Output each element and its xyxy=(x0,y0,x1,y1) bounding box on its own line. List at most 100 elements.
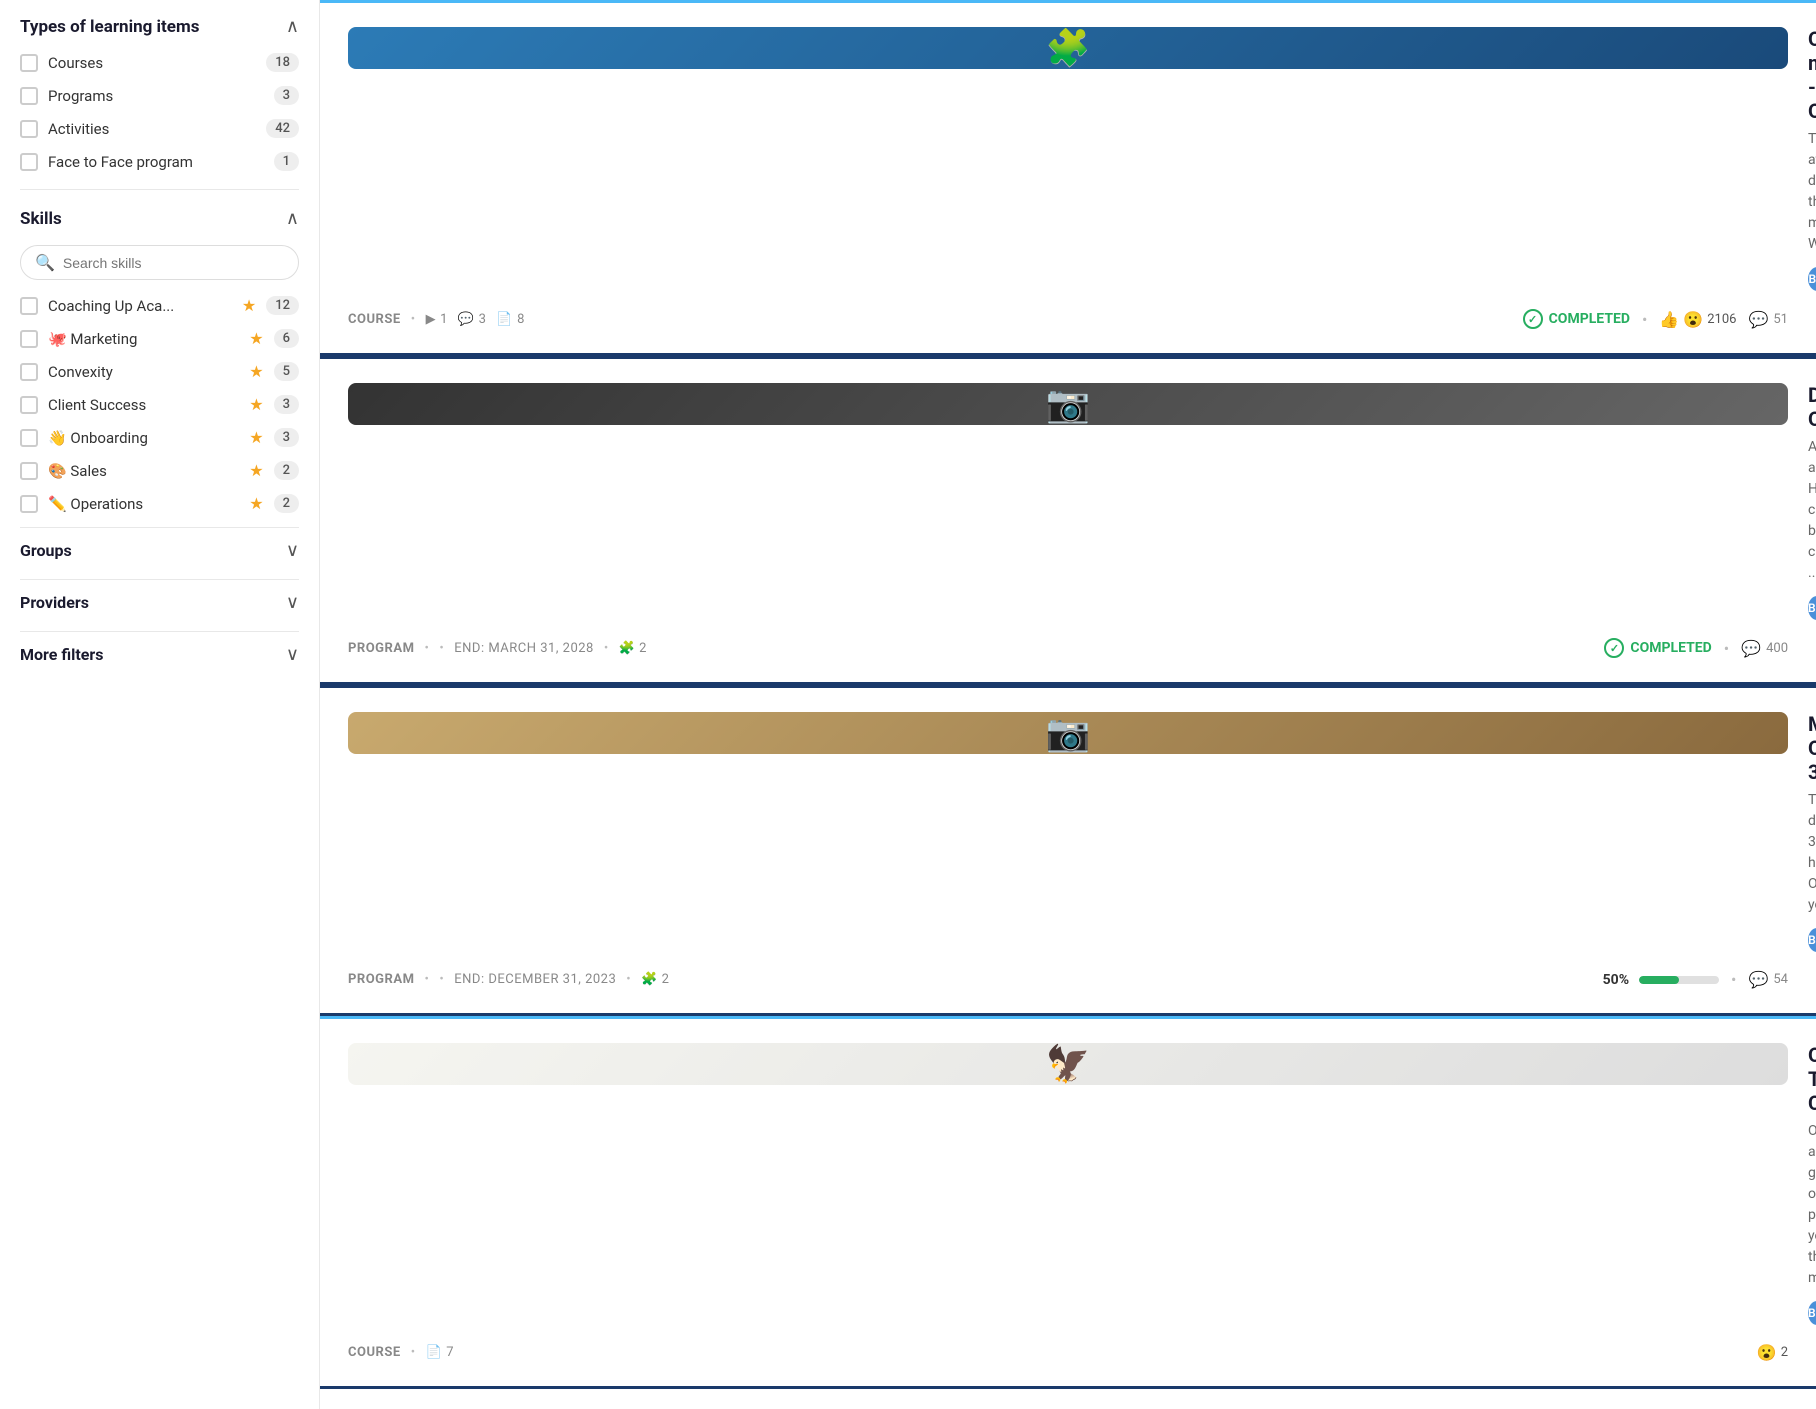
course-description: This program is designed for 360Learners… xyxy=(1808,790,1816,916)
course-description: This course aims at giving you a detaile… xyxy=(1808,129,1816,255)
meta-dot: • xyxy=(424,641,429,656)
sidebar: Types of learning items ∧ Courses 18 Pro… xyxy=(0,0,320,1409)
filter-item-courses[interactable]: Courses 18 xyxy=(20,53,299,72)
providers-header[interactable]: Providers ∨ xyxy=(20,579,299,625)
more-filters-chevron-down-icon[interactable]: ∨ xyxy=(286,644,299,665)
course-description: As we scale and aim at achieving Hypergr… xyxy=(1808,437,1816,584)
comment-icon: 💬 xyxy=(1741,639,1761,658)
skill-checkbox[interactable] xyxy=(20,363,38,381)
skill-checkbox[interactable] xyxy=(20,297,38,315)
filter-checkbox[interactable] xyxy=(20,54,38,72)
filter-checkbox[interactable] xyxy=(20,120,38,138)
filter-item-programs[interactable]: Programs 3 xyxy=(20,86,299,105)
stat-item: 📄7 xyxy=(426,1345,455,1360)
comment-number: 51 xyxy=(1773,312,1788,327)
skill-item[interactable]: Client Success ★ 3 xyxy=(20,395,299,414)
puzzle-count: 🧩 2 xyxy=(619,641,647,656)
course-card[interactable]: 🧩 OKR methodology - How to use OKRs This… xyxy=(320,0,1816,356)
skill-checkbox[interactable] xyxy=(20,495,38,513)
skill-label: 👋 Onboarding xyxy=(48,429,239,447)
groups-section: Groups ∨ xyxy=(20,527,299,573)
course-thumbnail[interactable]: 📷 xyxy=(348,383,1788,425)
groups-header[interactable]: Groups ∨ xyxy=(20,527,299,573)
skill-item[interactable]: 🎨 Sales ★ 2 xyxy=(20,461,299,480)
puzzle-count: 🧩 2 xyxy=(641,972,669,987)
providers-section: Providers ∨ xyxy=(20,579,299,625)
skill-label: Coaching Up Aca... xyxy=(48,297,232,315)
course-thumbnail[interactable]: 🧩 xyxy=(348,27,1788,69)
skills-search-box[interactable]: 🔍 xyxy=(20,245,299,280)
skills-section-header: Skills ∧ xyxy=(20,208,299,229)
main-content: 🧩 OKR methodology - How to use OKRs This… xyxy=(320,0,1816,1409)
course-card[interactable]: 🦅 OKR Training - Coach OKRs adoption is … xyxy=(320,1016,1816,1389)
course-type: PROGRAM xyxy=(348,972,414,987)
filter-label: Activities xyxy=(48,120,256,138)
comment-count: 💬 54 xyxy=(1748,970,1788,989)
skill-checkbox[interactable] xyxy=(20,462,38,480)
more-filters-title: More filters xyxy=(20,645,104,664)
filter-checkbox[interactable] xyxy=(20,153,38,171)
filter-item-activities[interactable]: Activities 42 xyxy=(20,119,299,138)
skill-item[interactable]: Convexity ★ 5 xyxy=(20,362,299,381)
filter-count: 42 xyxy=(266,119,299,138)
skill-checkbox[interactable] xyxy=(20,330,38,348)
course-thumbnail[interactable]: 🦅 xyxy=(348,1043,1788,1085)
course-description: OKRs adoption is good (i.e., 75% of targ… xyxy=(1808,1121,1816,1289)
filter-count: 18 xyxy=(266,53,299,72)
meta-right: 😮 2 xyxy=(1757,1343,1788,1362)
star-icon: ★ xyxy=(242,296,256,315)
star-icon: ★ xyxy=(249,329,263,348)
course-title[interactable]: Mastering OKRs at 360Learning xyxy=(1808,712,1816,784)
course-info: Discovering OKRs As we scale and aim at … xyxy=(1808,383,1816,624)
meta-dot: • xyxy=(1642,310,1647,329)
skill-item[interactable]: ✏️ Operations ★ 2 xyxy=(20,494,299,513)
skill-item[interactable]: 👋 Onboarding ★ 3 xyxy=(20,428,299,447)
end-date: End: March 31, 2028 xyxy=(454,641,594,656)
skill-item[interactable]: 🐙 Marketing ★ 6 xyxy=(20,329,299,348)
course-info: Mastering OKRs at 360Learning This progr… xyxy=(1808,712,1816,956)
course-card[interactable]: 📷 Discovering OKRs As we scale and aim a… xyxy=(320,356,1816,685)
types-section-header: Types of learning items ∧ xyxy=(20,16,299,37)
course-type: COURSE xyxy=(348,1345,401,1360)
types-chevron-up-icon[interactable]: ∧ xyxy=(286,16,299,37)
thumbnail-icon: 🦅 xyxy=(1046,1043,1091,1085)
stat-icon: ▶ xyxy=(426,312,437,327)
filter-count: 3 xyxy=(274,86,299,105)
course-author: BM Benjamin Marchal xyxy=(1808,263,1816,295)
skill-count: 2 xyxy=(274,494,299,513)
stat-item: 💬3 xyxy=(458,312,487,327)
comment-icon: 💬 xyxy=(1748,310,1768,329)
status-label: COMPLETED xyxy=(1549,311,1630,327)
comment-icon: 💬 xyxy=(1748,970,1768,989)
groups-chevron-down-icon[interactable]: ∨ xyxy=(286,540,299,561)
meta-left: PROGRAM ••End: December 31, 2023•🧩 2 xyxy=(348,972,669,987)
providers-chevron-down-icon[interactable]: ∨ xyxy=(286,592,299,613)
course-title[interactable]: OKR Training - Coach xyxy=(1808,1043,1816,1115)
course-title[interactable]: Discovering OKRs xyxy=(1808,383,1816,431)
filter-item-face-to-face-program[interactable]: Face to Face program 1 xyxy=(20,152,299,171)
skill-item[interactable]: Coaching Up Aca... ★ 12 xyxy=(20,296,299,315)
skill-checkbox[interactable] xyxy=(20,396,38,414)
course-title[interactable]: OKR methodology - How to use OKRs xyxy=(1808,27,1816,123)
skill-checkbox[interactable] xyxy=(20,429,38,447)
status-completed: ✓ COMPLETED xyxy=(1523,309,1630,329)
wow-emoji: 😮 xyxy=(1757,1343,1777,1362)
courses-list: 🧩 OKR methodology - How to use OKRs This… xyxy=(320,0,1816,1389)
course-meta: PROGRAM ••End: March 31, 2028•🧩 2 ✓ COMP… xyxy=(348,638,1788,658)
stat-value: 3 xyxy=(479,312,487,327)
comment-count: 💬 400 xyxy=(1741,639,1788,658)
course-thumbnail[interactable]: 📷 xyxy=(348,712,1788,754)
filter-count: 1 xyxy=(274,152,299,171)
more-filters-header[interactable]: More filters ∨ xyxy=(20,631,299,677)
course-card[interactable]: 📷 Mastering OKRs at 360Learning This pro… xyxy=(320,685,1816,1016)
search-input[interactable] xyxy=(63,255,284,271)
thumbnail-icon: 📷 xyxy=(1046,383,1091,425)
course-info: OKR methodology - How to use OKRs This c… xyxy=(1808,27,1816,295)
reaction-count: 2106 xyxy=(1707,312,1736,327)
meta-dot: • xyxy=(411,1345,416,1360)
check-icon: ✓ xyxy=(1604,638,1624,658)
filter-checkbox[interactable] xyxy=(20,87,38,105)
more-filters-section: More filters ∨ xyxy=(20,631,299,677)
star-icon: ★ xyxy=(249,362,263,381)
skills-chevron-up-icon[interactable]: ∧ xyxy=(286,208,299,229)
